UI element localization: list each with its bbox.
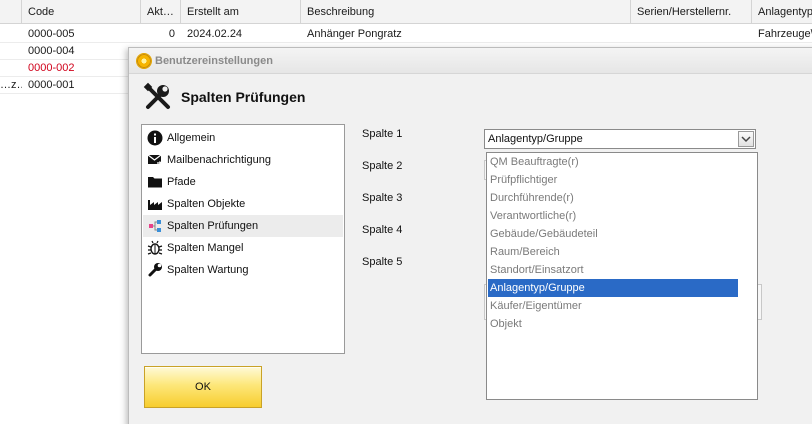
ok-button[interactable]: OK <box>144 366 262 408</box>
sidebar-item-spalten-mangel[interactable]: Spalten Mangel <box>143 237 343 259</box>
col-head-serie[interactable]: Serien/Herstellernr. <box>631 0 752 24</box>
sidebar-item-spalten-objekte[interactable]: Spalten Objekte <box>143 193 343 215</box>
spalte-4-label: Spalte 4 <box>362 224 403 236</box>
spalte-5-label: Spalte 5 <box>362 256 403 268</box>
dropdown-option-selected[interactable]: Anlagentyp/Gruppe <box>488 279 738 297</box>
bug-icon <box>147 240 163 255</box>
sidebar-item-allgemein[interactable]: Allgemein <box>143 127 343 149</box>
wrench-icon <box>148 263 162 277</box>
sidebar-item-pfade[interactable]: Pfade <box>143 171 343 193</box>
dropdown-option[interactable]: Raum/Bereich <box>488 243 738 261</box>
dropdown-option[interactable]: Prüfpflichtiger <box>488 171 738 189</box>
spalte-1-dropdown-list[interactable]: QM Beauftragte(r) Prüfpflichtiger Durchf… <box>486 152 758 400</box>
col-head-lead[interactable] <box>0 0 22 24</box>
mail-forward-icon <box>147 154 163 165</box>
dropdown-button[interactable] <box>738 131 754 147</box>
hierarchy-icon <box>149 220 161 232</box>
sidebar-item-spalten-wartung[interactable]: Spalten Wartung <box>143 259 343 281</box>
row-code: 0000-002 <box>28 62 75 74</box>
row-beschreibung: Anhänger Pongratz <box>307 28 402 40</box>
dialog-title: Benutzereinstellungen <box>155 55 273 67</box>
row-code: 0000-001 <box>28 79 75 91</box>
sidebar-item-mail[interactable]: Mailbenachrichtigung <box>143 149 343 171</box>
dropdown-option[interactable]: Käufer/Eigentümer <box>488 297 738 315</box>
table-row[interactable]: 0000-005 0 2024.02.24 Anhänger Pongratz … <box>0 26 812 43</box>
row-lead <box>0 43 22 60</box>
sidebar-item-label: Pfade <box>167 176 196 188</box>
chevron-down-icon <box>741 136 751 143</box>
sidebar-item-label: Spalten Objekte <box>167 198 246 210</box>
wrench-screwdriver-icon <box>143 82 170 109</box>
row-typ: Fahrzeuge\ <box>758 28 812 40</box>
sidebar-item-label: Spalten Mangel <box>167 242 244 254</box>
dropdown-option[interactable]: Objekt <box>488 315 738 333</box>
sidebar-item-label: Spalten Prüfungen <box>167 220 259 232</box>
row-lead: …z… <box>0 79 22 91</box>
dropdown-option[interactable]: QM Beauftragte(r) <box>488 153 738 171</box>
info-icon <box>147 130 163 146</box>
combo-value: Anlagentyp/Gruppe <box>488 133 583 145</box>
factory-icon <box>148 200 162 210</box>
col-head-code[interactable]: Code <box>22 0 141 24</box>
spalte-2-label: Spalte 2 <box>362 160 403 172</box>
row-erstellt: 2024.02.24 <box>187 28 243 40</box>
dialog-titlebar[interactable]: Benutzereinstellungen <box>129 48 812 74</box>
col-head-erstellt[interactable]: Erstellt am <box>181 0 301 24</box>
spalte-1-combo[interactable]: Anlagentyp/Gruppe <box>484 129 756 149</box>
folder-icon <box>148 177 162 188</box>
col-head-typ[interactable]: Anlagentyp\ <box>752 0 812 24</box>
dropdown-option[interactable]: Gebäude/Gebäudeteil <box>488 225 738 243</box>
spalte-3-label: Spalte 3 <box>362 192 403 204</box>
row-code: 0000-005 <box>28 28 75 40</box>
col-head-akt[interactable]: Akt… <box>141 0 181 24</box>
settings-dialog: Benutzereinstellungen Spalten Prüfungen … <box>128 47 812 424</box>
sidebar-item-label: Spalten Wartung <box>167 264 249 276</box>
grid-header: Code Akt… Erstellt am Beschreibung Serie… <box>0 0 812 24</box>
dropdown-option[interactable]: Verantwortliche(r) <box>488 207 738 225</box>
row-code: 0000-004 <box>28 45 75 57</box>
col-head-beschreibung[interactable]: Beschreibung <box>301 0 631 24</box>
section-title: Spalten Prüfungen <box>181 89 306 105</box>
row-lead <box>0 60 22 77</box>
dropdown-option[interactable]: Durchführende(r) <box>488 189 738 207</box>
sidebar-item-spalten-pruefungen[interactable]: Spalten Prüfungen <box>143 215 343 237</box>
dropdown-option[interactable]: Standort/Einsatzort <box>488 261 738 279</box>
sidebar-item-label: Allgemein <box>167 132 216 144</box>
row-serie <box>631 26 752 43</box>
row-lead <box>0 26 22 43</box>
sidebar-item-label: Mailbenachrichtigung <box>167 154 271 166</box>
gear-sun-icon <box>137 54 151 68</box>
settings-sidebar: Allgemein Mailbenachrichtigung Pfade Spa… <box>141 124 345 354</box>
spalte-1-label: Spalte 1 <box>362 128 403 140</box>
row-akt: 0 <box>168 28 175 40</box>
